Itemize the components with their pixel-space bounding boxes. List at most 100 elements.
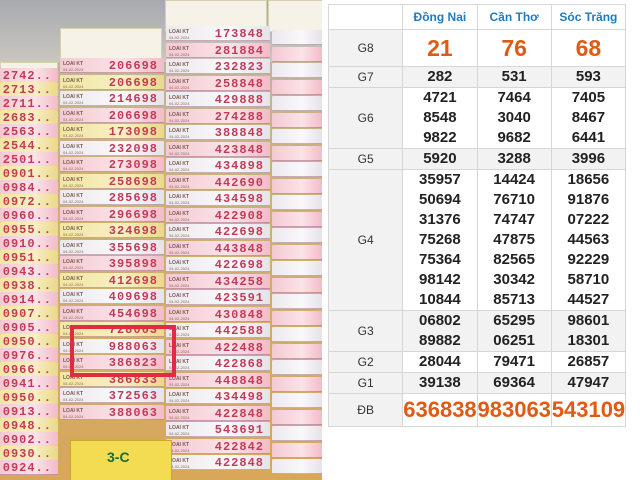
prize-row: G5 5920 3288 3996 [327,148,627,170]
ticket-number: 0907.. [2,307,52,321]
prize-label: G1 [327,372,404,394]
lottery-ticket: LOAI KT 04-02-2024 324698 [60,223,164,238]
ticket-date: 04-02-2024 [169,84,190,90]
header-blank [327,4,404,30]
ticket-number: 2713.. [2,83,52,97]
winning-number: 92229 [567,251,610,268]
ticket-date: 04-02-2024 [169,35,190,40]
ticket-date: 04-02-2024 [63,298,84,303]
winning-number: 3996 [571,150,606,167]
winning-number: 282 [427,68,453,85]
ticket-number: 232098 [108,141,158,156]
winning-number: 18301 [567,332,610,349]
lottery-ticket: LOAI KT 04-02-2024 173098 [60,124,164,139]
ticket-date: 04-02-2024 [169,249,190,255]
lottery-ticket: LOAI KT 04-02-2024 206698 [60,74,164,90]
ticket-number: 258698 [108,174,158,189]
lottery-ticket [272,211,322,227]
lottery-ticket: LOAI KT 04-02-2024 422908 [166,207,270,223]
lottery-ticket [272,376,322,392]
ticket-number: 0930.. [2,447,52,461]
ticket-date: 04-02-2024 [169,51,190,57]
ticket-date: 04-02-2024 [63,166,84,171]
lottery-ticket: LOAI KT 04-02-2024 422698 [166,257,270,272]
lottery-ticket: LOAI KT 04-02-2024 430848 [166,306,270,322]
prize-numbers-cell: 593 [550,66,627,88]
lottery-ticket: 2501.. [0,152,58,167]
winning-number: 69364 [493,374,535,391]
ticket-number: 422848 [214,456,264,470]
winning-number: 983063 [477,397,551,422]
winning-number: 10844 [419,291,461,308]
ticket-number: 429888 [214,93,264,107]
lottery-ticket: 0955.. [0,222,58,237]
lottery-ticket: 0905.. [0,320,58,335]
winning-number: 531 [501,68,527,85]
ticket-date: 04-02-2024 [169,266,190,271]
ticket-number: 355698 [108,240,158,255]
ticket-date: 04-02-2024 [169,216,190,222]
winning-number: 91876 [567,191,610,208]
lottery-ticket [272,459,322,474]
lottery-ticket: 2563.. [0,124,58,139]
prize-numbers-cell: 7405 8467 6441 [550,87,627,149]
winning-number: 5920 [423,150,457,167]
ticket-number: 0914.. [2,293,52,307]
ticket-number: 0951.. [2,251,52,265]
lottery-ticket: 0930.. [0,446,58,461]
prize-numbers-cell: 69364 [476,372,552,394]
ticket-header-card [268,0,322,32]
prize-numbers-cell: 5920 [402,148,478,170]
ticket-number: 422908 [214,208,264,223]
lottery-ticket: 0950.. [0,334,58,349]
ticket-number: 274288 [214,109,264,124]
prize-label: G6 [327,87,404,149]
ticket-number: 388848 [214,126,264,140]
ticket-number: 273098 [108,158,158,172]
lottery-ticket [272,129,322,144]
ticket-number: 258848 [214,76,264,91]
prize-numbers-cell: 98601 18301 [550,310,627,352]
prize-row: G8 21 76 68 [327,29,627,67]
prize-numbers-cell: 47947 [550,372,627,394]
ticket-number: 422868 [214,357,264,371]
ticket-number: 409698 [108,290,158,304]
ticket-number: 206698 [108,75,158,90]
lottery-ticket: 0960.. [0,208,58,223]
lottery-ticket: 0951.. [0,250,58,265]
lottery-ticket: LOAI KT 04-02-2024 281884 [166,42,270,58]
lottery-ticket [272,195,322,210]
lottery-ticket: LOAI KT 04-02-2024 422848 [166,405,270,421]
ticket-date: 04-02-2024 [169,431,190,436]
prize-numbers-cell: 636838 [402,393,478,427]
ticket-date: 04-02-2024 [63,149,84,155]
ticket-number: 281884 [214,43,264,58]
lottery-ticket [272,162,322,177]
ticket-number: 0901.. [2,167,52,181]
lottery-ticket: LOAI KT 04-02-2024 422488 [166,339,270,355]
lottery-ticket: LOAI KT 04-02-2024 442588 [166,323,270,338]
ticket-date: 04-02-2024 [63,83,84,89]
prize-numbers-cell: 4721 8548 9822 [402,87,478,149]
prize-numbers-cell: 68 [550,29,627,67]
ticket-number: 0976.. [2,349,52,363]
ticket-number: 0910.. [2,237,52,251]
prize-numbers-cell: 65295 06251 [476,310,552,352]
ticket-date: 04-02-2024 [63,397,84,402]
ticket-number: 2742.. [2,69,52,83]
lottery-ticket: 0950.. [0,390,58,405]
lottery-ticket: 0914.. [0,292,58,307]
winning-number: 593 [575,68,601,85]
ticket-date: 04-02-2024 [63,133,84,138]
ticket-number: 543691 [214,423,264,437]
ticket-number: 285698 [108,191,158,205]
ticket-bundle-card: 3-C [70,440,172,480]
prize-numbers-cell: 18656 91876 07222 44563 92229 58710 44527 [550,169,627,311]
ticket-date: 04-02-2024 [169,282,190,288]
ticket-date: 04-02-2024 [169,150,190,156]
prize-row: G6 4721 8548 9822 7464 3040 9682 7405 8467 6441 [327,87,627,149]
ticket-number: 214698 [108,92,158,106]
ticket-number: 422698 [214,258,264,272]
lottery-ticket: LOAI KT 04-02-2024 434498 [166,389,270,404]
ticket-number: 443848 [214,241,264,256]
